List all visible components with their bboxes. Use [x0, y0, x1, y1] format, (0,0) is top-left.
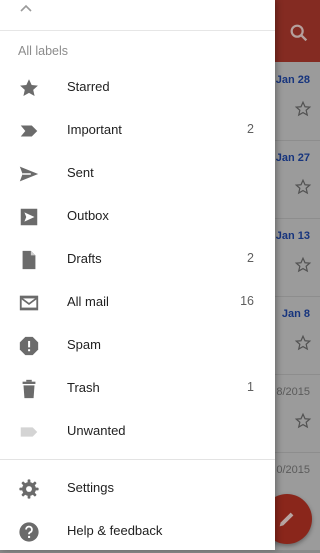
drawer-item-important[interactable]: Important 2	[0, 109, 275, 152]
drawer-item-label: Drafts	[67, 251, 102, 266]
drawer-item-label: Help & feedback	[67, 523, 163, 538]
trash-icon	[22, 379, 36, 399]
drawer-item-starred[interactable]: Starred	[0, 66, 275, 109]
drawer-item-settings[interactable]: Settings	[0, 467, 275, 510]
chevron-up-icon[interactable]	[20, 4, 32, 12]
drawer-item-count: 16	[240, 294, 254, 308]
drawer-item-unwanted[interactable]: Unwanted	[0, 410, 275, 453]
navigation-drawer: All labels Starred Important 2 Sent Outb…	[0, 0, 275, 550]
star-icon	[20, 79, 38, 96]
drawer-item-label: Trash	[67, 380, 100, 395]
drawer-item-label: All mail	[67, 294, 109, 309]
drawer-item-count: 2	[247, 251, 254, 265]
drawer-item-label: Outbox	[67, 208, 109, 223]
account-header[interactable]	[0, 0, 275, 31]
drawer-item-spam[interactable]: Spam	[0, 324, 275, 367]
drawer-item-label: Starred	[67, 79, 110, 94]
drawer-item-trash[interactable]: Trash 1	[0, 367, 275, 410]
drawer-item-count: 1	[247, 380, 254, 394]
drawer-item-all-mail[interactable]: All mail 16	[0, 281, 275, 324]
drawer-item-drafts[interactable]: Drafts 2	[0, 238, 275, 281]
drawer-item-label: Spam	[67, 337, 101, 352]
outbox-icon	[20, 208, 38, 226]
draft-icon	[22, 250, 36, 270]
section-header-all-labels: All labels	[18, 44, 69, 58]
all-mail-icon	[19, 295, 39, 311]
spam-icon	[19, 336, 39, 356]
drawer-item-label: Important	[67, 122, 122, 137]
gear-icon	[19, 479, 39, 499]
drawer-item-label: Sent	[67, 165, 94, 180]
label-icon	[20, 427, 38, 437]
send-icon	[19, 166, 39, 182]
drawer-item-label: Unwanted	[67, 423, 126, 438]
important-icon	[20, 125, 38, 137]
help-icon	[19, 522, 39, 542]
drawer-item-sent[interactable]: Sent	[0, 152, 275, 195]
drawer-item-help-feedback[interactable]: Help & feedback	[0, 510, 275, 553]
drawer-divider	[0, 459, 275, 460]
drawer-item-outbox[interactable]: Outbox	[0, 195, 275, 238]
drawer-item-label: Settings	[67, 480, 114, 495]
drawer-item-count: 2	[247, 122, 254, 136]
